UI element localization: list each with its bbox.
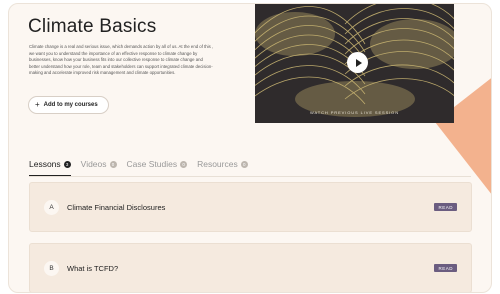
course-title: Climate Basics — [28, 16, 157, 37]
tab-case-studies-label: Case Studies — [126, 159, 178, 169]
tab-videos[interactable]: Videos 0 — [81, 159, 117, 173]
tab-videos-label: Videos — [80, 159, 107, 169]
lesson-title: What is TCFD? — [67, 263, 119, 273]
tab-lessons-count: 3 — [63, 160, 71, 168]
video-thumbnail[interactable]: WATCH PREVIOUS LIVE SESSION — [255, 4, 454, 123]
read-badge: READ — [434, 203, 457, 211]
tab-resources[interactable]: Resources 0 — [197, 159, 248, 173]
tab-lessons-label: Lessons — [29, 159, 61, 169]
lesson-row[interactable]: A Climate Financial Disclosures READ — [29, 182, 472, 232]
watch-session-caption: WATCH PREVIOUS LIVE SESSION — [310, 110, 399, 115]
course-description: Climate change is a real and serious iss… — [29, 44, 214, 76]
play-button[interactable] — [347, 52, 368, 73]
play-icon — [355, 58, 362, 67]
course-page: Climate Basics Climate change is a real … — [8, 3, 492, 293]
tab-case-studies-count: 0 — [180, 160, 188, 168]
read-badge: READ — [434, 264, 457, 272]
tab-divider — [29, 176, 471, 177]
lesson-row[interactable]: B What is TCFD? READ — [29, 243, 472, 292]
plus-icon: + — [35, 100, 40, 109]
lesson-title: Climate Financial Disclosures — [67, 202, 166, 212]
tab-resources-count: 0 — [240, 160, 248, 168]
tab-videos-count: 0 — [109, 160, 117, 168]
tab-lessons[interactable]: Lessons 3 — [29, 159, 71, 176]
tab-resources-label: Resources — [197, 159, 238, 169]
add-to-my-courses-button[interactable]: + Add to my courses — [28, 96, 109, 114]
lesson-letter: B — [44, 260, 59, 276]
lesson-letter: A — [44, 199, 59, 215]
tab-case-studies[interactable]: Case Studies 0 — [127, 159, 188, 173]
content-tabs: Lessons 3 Videos 0 Case Studies 0 Resour… — [29, 159, 248, 176]
add-to-my-courses-label: Add to my courses — [43, 102, 98, 108]
